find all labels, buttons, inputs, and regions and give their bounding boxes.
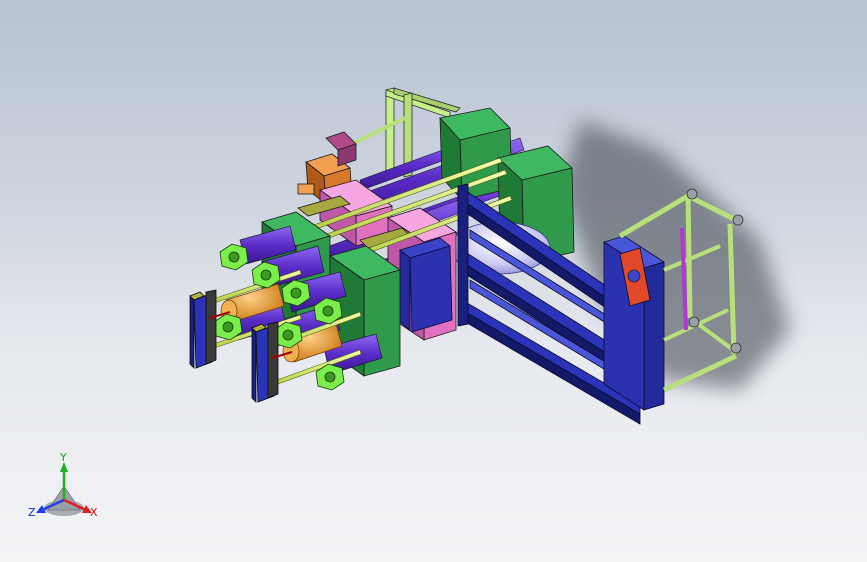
y-axis-label: Y [59,451,67,464]
orientation-triad[interactable]: Y X Z [0,0,867,562]
cad-viewport[interactable]: Y X Z [0,0,867,562]
z-axis-label: Z [28,506,36,519]
x-axis-label: X [90,506,98,519]
